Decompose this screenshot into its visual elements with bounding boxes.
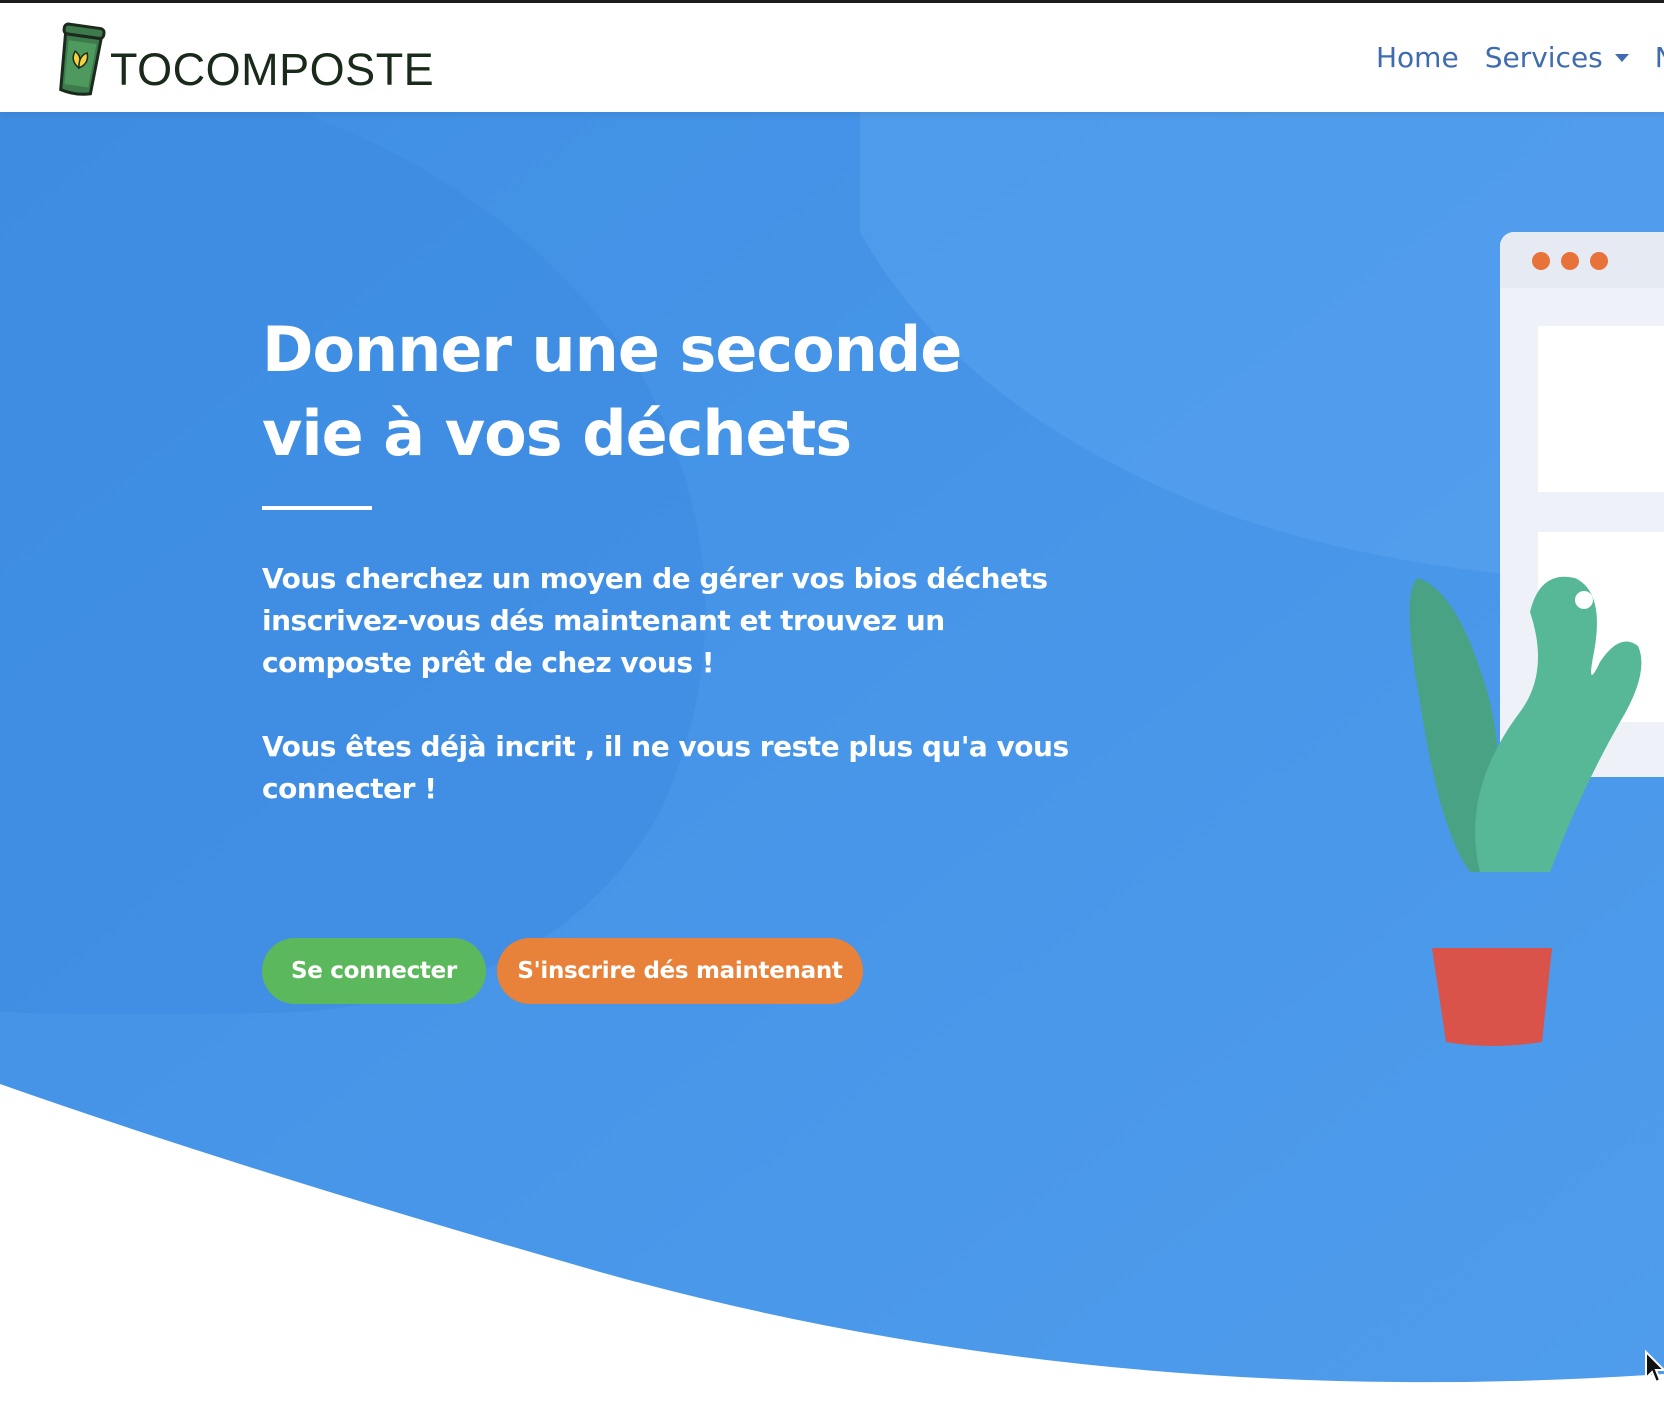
caret-down-icon xyxy=(1614,53,1629,62)
mouse-pointer-icon xyxy=(1645,1350,1664,1384)
hero-paragraph-1: Vous cherchez un moyen de gérer vos bios… xyxy=(262,562,1048,679)
compost-bin-icon xyxy=(59,22,106,96)
hero-paragraph-2: Vous êtes déjà incrit , il ne vous reste… xyxy=(262,730,1069,805)
window-dot-1 xyxy=(1532,252,1550,270)
window-dot-3 xyxy=(1590,252,1608,270)
login-button[interactable]: Se connecter xyxy=(262,938,486,1004)
navbar: TOCOMPOSTE Home Services N xyxy=(0,3,1664,112)
brand-link[interactable]: TOCOMPOSTE xyxy=(52,18,434,98)
nav-services-dropdown[interactable]: Services xyxy=(1485,41,1629,74)
nav-item-truncated-label: N xyxy=(1655,41,1664,74)
hero-content: Donner une seconde vie à vos déchets Vou… xyxy=(262,308,1082,810)
nav-item-truncated[interactable]: N xyxy=(1655,41,1664,74)
window-dot-2 xyxy=(1561,252,1579,270)
hero-buttons: Se connecter S'inscrire dés maintenant xyxy=(262,938,863,1004)
nav-services-label: Services xyxy=(1484,41,1603,74)
nav-home-label: Home xyxy=(1376,41,1459,74)
brand-name: TOCOMPOSTE xyxy=(110,44,435,95)
plant-window-illustration xyxy=(1409,232,1664,1046)
nav-home[interactable]: Home xyxy=(1376,41,1459,74)
signup-button[interactable]: S'inscrire dés maintenant xyxy=(497,938,863,1004)
hero-section: Donner une seconde vie à vos déchets Vou… xyxy=(0,112,1664,1424)
title-divider xyxy=(262,506,372,510)
nav-links: Home Services N xyxy=(1376,41,1664,74)
hero-title: Donner une seconde vie à vos déchets xyxy=(262,313,962,470)
